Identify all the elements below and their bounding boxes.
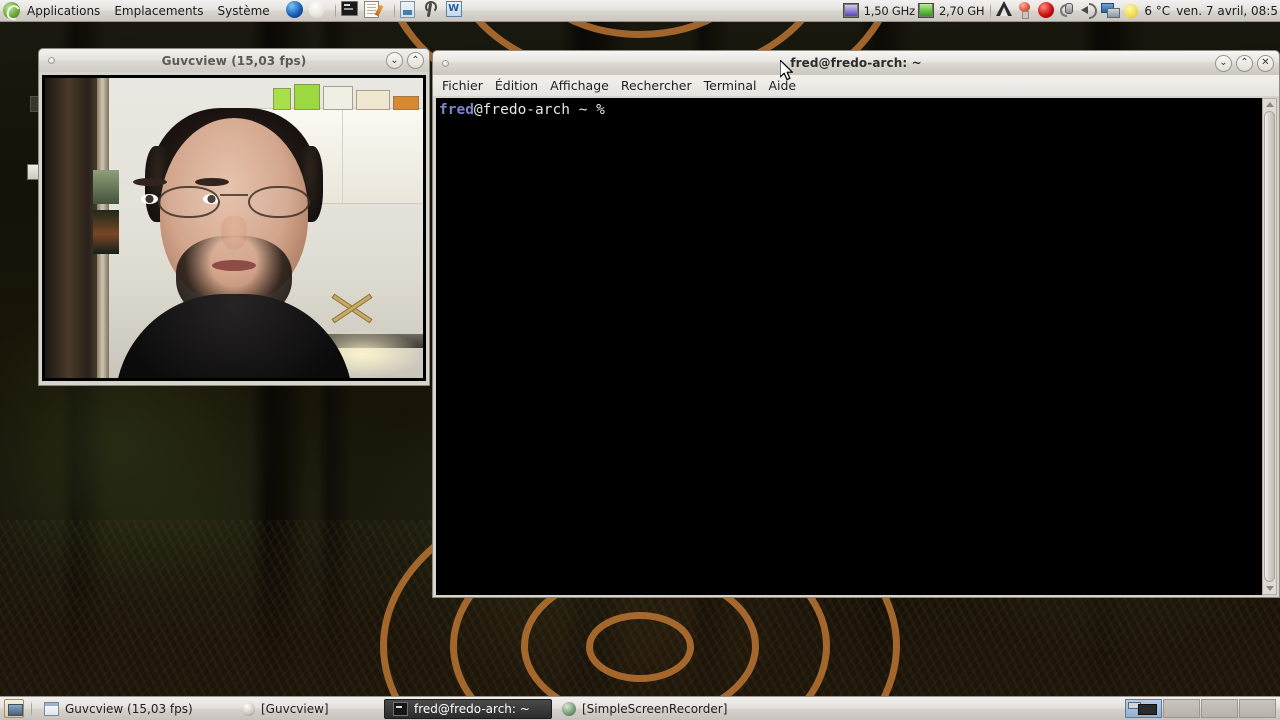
terminal-body: fred@fredo-arch ~ % <box>432 96 1280 598</box>
webcam-scene <box>45 78 423 378</box>
terminal-window[interactable]: fred@fredo-arch: ~ ⌄ ⌃ ✕ Fichier Édition… <box>432 50 1280 599</box>
cpu-meter-1-icon[interactable] <box>842 1 862 20</box>
workspace-1[interactable] <box>1125 699 1162 718</box>
scrollbar-thumb[interactable] <box>1264 111 1275 582</box>
menu-applications[interactable]: Applications <box>20 2 107 20</box>
globe-icon[interactable] <box>285 1 307 20</box>
terminal-titlebar[interactable]: fred@fredo-arch: ~ ⌄ ⌃ ✕ <box>432 50 1280 75</box>
terminal-menu-terminal[interactable]: Terminal <box>698 76 763 95</box>
task-label: fred@fredo-arch: ~ <box>414 701 530 716</box>
microphone-icon[interactable] <box>1059 1 1078 20</box>
pearl-icon[interactable] <box>308 1 330 20</box>
terminal-close-button[interactable]: ✕ <box>1257 54 1274 72</box>
scroll-down-arrow-icon[interactable] <box>1265 586 1274 591</box>
task-button-terminal[interactable]: fred@fredo-arch: ~ <box>384 698 552 719</box>
taskbar-separator <box>31 700 32 717</box>
top-panel: Applications Emplacements Système 1,50 G… <box>0 0 1280 22</box>
task-label: Guvcview (15,03 fps) <box>65 701 193 716</box>
terminal-icon <box>393 701 408 716</box>
blue-app-icon[interactable] <box>445 1 467 20</box>
terminal-menubar: Fichier Édition Affichage Rechercher Ter… <box>432 75 1280 96</box>
terminal-maximize-button[interactable]: ⌃ <box>1236 54 1253 72</box>
task-label: [SimpleScreenRecorder] <box>582 701 728 716</box>
task-button-simplescreenrecorder[interactable]: [SimpleScreenRecorder] <box>554 699 746 719</box>
terminal-menu-aide[interactable]: Aide <box>762 76 802 95</box>
document-icon[interactable] <box>399 1 421 20</box>
guvcview-title: Guvcview (15,03 fps) <box>161 53 307 68</box>
recorder-icon <box>562 701 576 716</box>
lamp-icon[interactable] <box>1017 1 1036 20</box>
terminal-menu-rechercher[interactable]: Rechercher <box>615 76 698 95</box>
camera-icon <box>242 701 255 716</box>
terminal-menu-fichier[interactable]: Fichier <box>436 76 489 95</box>
cpu-freq-2: 2,70 GH <box>938 3 985 18</box>
terminal-prompt-rest: @fredo-arch ~ % <box>473 102 605 118</box>
notepad-pencil-icon[interactable] <box>363 1 385 20</box>
wrench-icon[interactable] <box>423 1 444 20</box>
volume-icon[interactable] <box>1080 1 1099 20</box>
panel-separator <box>334 2 336 19</box>
clock[interactable]: ven. 7 avril, 08:5 <box>1170 4 1280 18</box>
weather-sun-icon[interactable] <box>1124 1 1140 20</box>
terminal-window-buttons: ⌄ ⌃ ✕ <box>1215 54 1274 72</box>
webcam-video-frame[interactable] <box>42 75 426 381</box>
workspace-2[interactable] <box>1163 699 1200 718</box>
terminal-menu-affichage[interactable]: Affichage <box>544 76 615 95</box>
menu-emplacements[interactable]: Emplacements <box>107 2 210 20</box>
terminal-menu-edition[interactable]: Édition <box>489 76 544 95</box>
network-monitor-icon[interactable] <box>1101 1 1122 20</box>
guvcview-minimize-button[interactable]: ⌄ <box>386 52 403 69</box>
guvcview-window-buttons: ⌄ ⌃ <box>386 52 424 69</box>
terminal-title: fred@fredo-arch: ~ <box>790 56 922 70</box>
temperature-label: 6 °C <box>1144 3 1171 18</box>
guvcview-titlebar[interactable]: Guvcview (15,03 fps) ⌄ ⌃ <box>38 48 430 72</box>
task-button-guvcview-window[interactable]: Guvcview (15,03 fps) <box>36 699 232 719</box>
workspace-switcher[interactable] <box>1125 699 1276 718</box>
scroll-up-arrow-icon[interactable] <box>1265 102 1274 107</box>
workspace-3[interactable] <box>1201 699 1238 718</box>
terminal-prompt-user: fred <box>439 102 474 118</box>
terminal-scrollbar[interactable] <box>1262 98 1277 595</box>
workspace-4[interactable] <box>1239 699 1276 718</box>
menu-systeme[interactable]: Système <box>211 2 277 20</box>
arch-logo-icon[interactable] <box>996 1 1015 20</box>
task-button-guvcview[interactable]: [Guvcview] <box>234 699 382 719</box>
guvcview-window[interactable]: Guvcview (15,03 fps) ⌄ ⌃ <box>38 48 430 386</box>
taskbar: Guvcview (15,03 fps) [Guvcview] fred@fre… <box>0 696 1280 720</box>
terminal-icon[interactable] <box>340 1 362 20</box>
terminal-screen[interactable]: fred@fredo-arch ~ % <box>436 98 1262 595</box>
cpu-meter-2-icon[interactable] <box>917 1 937 20</box>
panel-separator <box>990 2 992 19</box>
show-desktop-icon[interactable] <box>4 699 24 718</box>
start-menu-icon[interactable] <box>3 2 20 19</box>
cpu-freq-1: 1,50 GHz <box>863 3 915 18</box>
window-icon <box>44 701 59 716</box>
record-indicator-icon[interactable] <box>1038 1 1057 20</box>
panel-separator <box>393 2 395 19</box>
terminal-minimize-button[interactable]: ⌄ <box>1215 54 1232 72</box>
task-label: [Guvcview] <box>261 701 329 716</box>
guvcview-maximize-button[interactable]: ⌃ <box>407 52 424 69</box>
guvcview-body <box>38 72 430 386</box>
